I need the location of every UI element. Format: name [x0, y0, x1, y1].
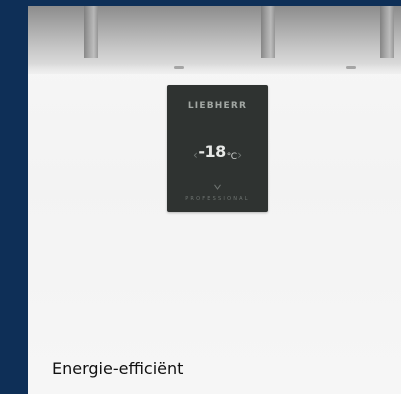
chevron-right-icon: › [237, 148, 242, 162]
rail-tick [174, 66, 184, 69]
product-photo: LIEBHERR ‹ -18°C › PROFESSIONAL [28, 6, 401, 394]
product-feature-card: LIEBHERR ‹ -18°C › PROFESSIONAL Energie-… [0, 0, 401, 394]
metal-rail [28, 6, 401, 74]
temperature-control-panel: LIEBHERR ‹ -18°C › PROFESSIONAL [167, 85, 268, 212]
brand-logo: LIEBHERR [187, 101, 248, 111]
rail-post [84, 6, 98, 58]
sensor-icon [214, 184, 221, 190]
temperature-value: -18 [198, 142, 226, 161]
temperature-unit: °C [226, 152, 237, 162]
rail-post [261, 6, 275, 58]
rail-post [380, 6, 394, 58]
feature-caption: Energie-efficiënt [52, 359, 184, 378]
brand-line: PROFESSIONAL [185, 196, 250, 202]
navy-side-band [0, 0, 28, 394]
temperature-readout: -18°C [167, 143, 268, 164]
rail-tick [346, 66, 356, 69]
